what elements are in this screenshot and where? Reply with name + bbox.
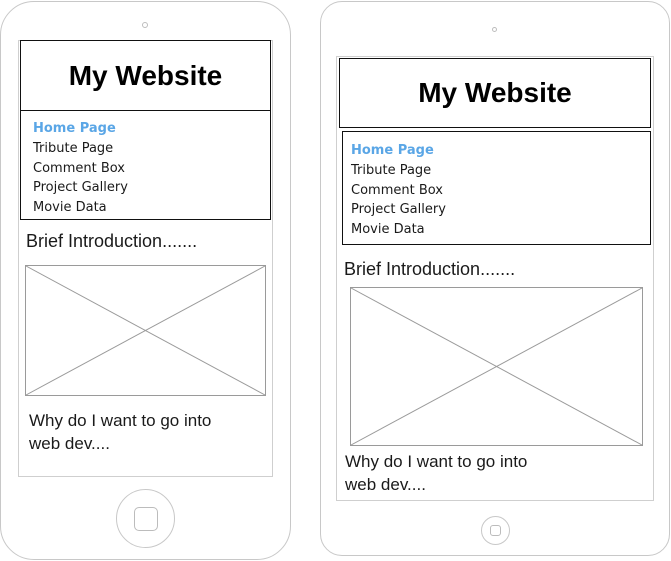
site-header: My Website xyxy=(20,40,271,111)
home-button-square-icon xyxy=(134,507,158,531)
home-button-square-icon xyxy=(490,525,501,536)
phone-home-button[interactable] xyxy=(116,489,175,548)
intro-heading: Brief Introduction....... xyxy=(26,231,198,251)
nav-item-project-gallery[interactable]: Project Gallery xyxy=(33,178,270,198)
nav-item-movie-data[interactable]: Movie Data xyxy=(33,198,270,218)
nav-item-comment-box[interactable]: Comment Box xyxy=(351,181,650,201)
site-header: My Website xyxy=(339,58,651,128)
nav-item-home-page[interactable]: Home Page xyxy=(33,119,270,139)
tablet-speaker xyxy=(492,27,497,32)
image-placeholder-icon xyxy=(350,287,643,446)
phone-speaker xyxy=(142,22,148,28)
nav-menu: Home Page Tribute Page Comment Box Proje… xyxy=(342,131,651,245)
image-placeholder-cross xyxy=(351,288,642,445)
nav-menu: Home Page Tribute Page Comment Box Proje… xyxy=(20,110,271,220)
nav-item-tribute-page[interactable]: Tribute Page xyxy=(351,161,650,181)
image-placeholder-icon xyxy=(25,265,266,396)
nav-item-comment-box[interactable]: Comment Box xyxy=(33,159,270,179)
site-title: My Website xyxy=(418,77,572,108)
body-text: Why do I want to go into web dev.... xyxy=(345,450,527,496)
site-title: My Website xyxy=(68,59,223,91)
nav-item-project-gallery[interactable]: Project Gallery xyxy=(351,200,650,220)
image-placeholder-cross xyxy=(26,266,265,395)
intro-heading: Brief Introduction....... xyxy=(344,259,516,279)
body-text-line-2: web dev.... xyxy=(29,434,110,453)
nav-list: Home Page Tribute Page Comment Box Proje… xyxy=(33,119,270,218)
nav-item-tribute-page[interactable]: Tribute Page xyxy=(33,139,270,159)
nav-list: Home Page Tribute Page Comment Box Proje… xyxy=(351,141,650,240)
nav-item-home-page[interactable]: Home Page xyxy=(351,141,650,161)
body-text-line-1: Why do I want to go into xyxy=(29,411,212,430)
nav-item-movie-data[interactable]: Movie Data xyxy=(351,220,650,240)
body-text-line-2: web dev.... xyxy=(345,475,426,494)
tablet-home-button[interactable] xyxy=(481,516,510,545)
body-text-line-1: Why do I want to go into xyxy=(345,452,528,471)
body-text: Why do I want to go into web dev.... xyxy=(29,409,211,455)
